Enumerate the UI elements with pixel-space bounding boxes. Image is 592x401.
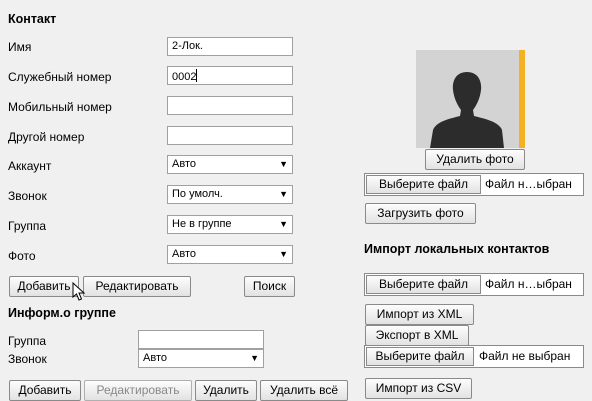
- work-number-label: Служебный номер: [8, 70, 112, 84]
- contact-search-button[interactable]: Поиск: [244, 276, 295, 297]
- person-silhouette-icon: [430, 72, 504, 148]
- mouse-cursor-icon: [72, 282, 86, 301]
- group-info-ring-select[interactable]: Авто ▼: [138, 349, 264, 368]
- delete-photo-button[interactable]: Удалить фото: [425, 149, 525, 170]
- photo-select-value: Авто: [172, 248, 196, 260]
- group-info-group-input[interactable]: [138, 330, 264, 349]
- work-number-value: 0002: [172, 71, 197, 83]
- contact-edit-button[interactable]: Редактировать: [83, 276, 191, 297]
- export-xml-button[interactable]: Экспорт в XML: [365, 325, 469, 346]
- text-caret: [196, 69, 198, 82]
- work-number-input[interactable]: 0002: [167, 66, 293, 85]
- photo-file-status: Файл н…ыбран: [485, 177, 572, 191]
- group-delete-all-button[interactable]: Удалить всё: [260, 380, 348, 401]
- mobile-number-label: Мобильный номер: [8, 100, 112, 114]
- other-number-input[interactable]: [167, 126, 293, 145]
- dropdown-arrow-icon: ▼: [279, 249, 288, 259]
- group-info-heading: Информ.о группе: [8, 306, 116, 320]
- group-delete-button[interactable]: Удалить: [195, 380, 257, 401]
- group-info-ring-label: Звонок: [8, 352, 47, 366]
- photo-file-input[interactable]: Выберите файл Файл н…ыбран: [364, 173, 584, 196]
- account-select-value: Авто: [172, 158, 196, 170]
- account-label: Аккаунт: [8, 159, 52, 173]
- dropdown-arrow-icon: ▼: [279, 159, 288, 169]
- group-label: Группа: [8, 219, 47, 233]
- name-label: Имя: [8, 40, 32, 54]
- photo-label: Фото: [8, 249, 36, 263]
- ring-label: Звонок: [8, 189, 47, 203]
- dropdown-arrow-icon: ▼: [279, 219, 288, 229]
- import-choose-file-button-1[interactable]: Выберите файл: [366, 275, 481, 294]
- contact-heading: Контакт: [8, 12, 57, 26]
- group-select[interactable]: Не в группе ▼: [167, 215, 293, 234]
- group-info-ring-value: Авто: [143, 352, 167, 364]
- dropdown-arrow-icon: ▼: [279, 189, 288, 199]
- ring-select-value: По умолч.: [172, 188, 223, 200]
- group-select-value: Не в группе: [172, 218, 232, 230]
- mobile-number-input[interactable]: [167, 96, 293, 115]
- dropdown-arrow-icon: ▼: [250, 353, 259, 363]
- import-heading: Импорт локальных контактов: [364, 242, 550, 256]
- photo-select[interactable]: Авто ▼: [167, 245, 293, 264]
- contact-add-button[interactable]: Добавить: [9, 276, 79, 297]
- import-xml-button[interactable]: Импорт из XML: [365, 304, 474, 325]
- import-file-status-1: Файл н…ыбран: [485, 277, 572, 291]
- import-csv-button[interactable]: Импорт из CSV: [365, 378, 472, 399]
- group-add-button[interactable]: Добавить: [9, 380, 81, 401]
- photo-choose-file-button[interactable]: Выберите файл: [366, 175, 481, 194]
- name-input[interactable]: 2-Лок.: [167, 37, 293, 56]
- upload-photo-button[interactable]: Загрузить фото: [365, 203, 476, 224]
- group-info-group-label: Группа: [8, 334, 47, 348]
- import-file-input-1[interactable]: Выберите файл Файл н…ыбран: [364, 273, 584, 296]
- ring-select[interactable]: По умолч. ▼: [167, 185, 293, 204]
- account-select[interactable]: Авто ▼: [167, 155, 293, 174]
- other-number-label: Другой номер: [8, 130, 85, 144]
- import-file-status-2: Файл не выбран: [479, 349, 571, 363]
- import-choose-file-button-2[interactable]: Выберите файл: [366, 347, 474, 366]
- contact-photo: [416, 50, 525, 148]
- group-edit-button: Редактировать: [84, 380, 192, 401]
- import-file-input-2[interactable]: Выберите файл Файл не выбран: [364, 345, 584, 368]
